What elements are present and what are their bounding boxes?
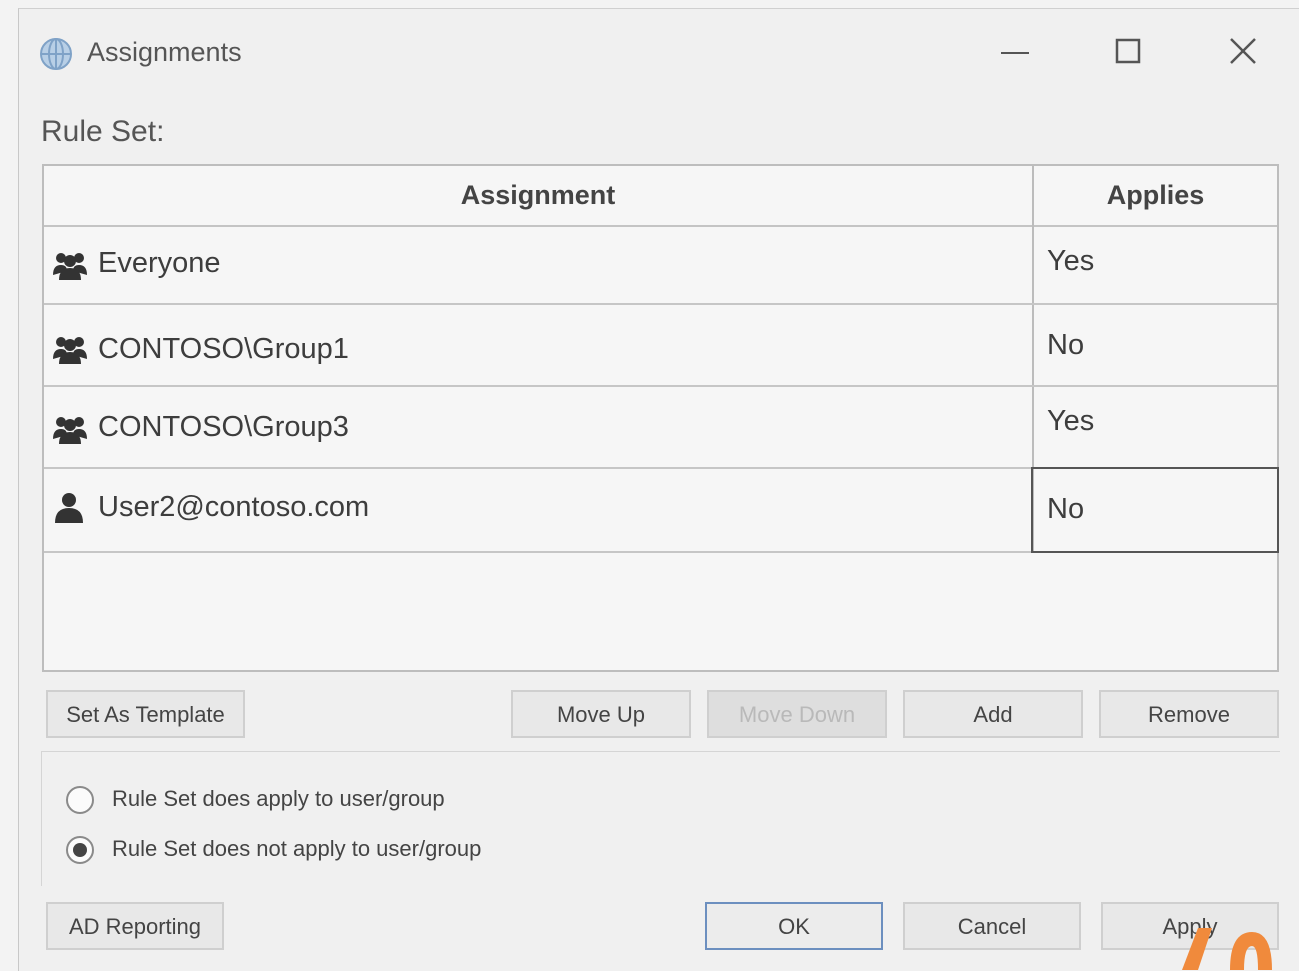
watermark-logo [1168,910,1298,970]
radio-selected-dot [73,843,87,857]
column-header-applies[interactable]: Applies [1034,166,1277,225]
assignment-name: Everyone [98,247,221,279]
add-button[interactable]: Add [903,690,1083,738]
radio-applies-label[interactable]: Rule Set does apply to user/group [112,786,445,812]
close-button[interactable] [1215,27,1275,77]
radio-not-applies[interactable] [66,836,94,864]
rule-set-label: Rule Set: [41,115,165,148]
user-icon [52,491,88,523]
applies-value: Yes [1047,245,1095,277]
selected-applies-cell [1031,467,1279,553]
group-icon [52,333,88,365]
assignments-dialog: Assignments Rule Set: Assignment Applies [18,8,1299,971]
ad-reporting-button[interactable]: AD Reporting [46,902,224,950]
remove-button[interactable]: Remove [1099,690,1279,738]
column-header-assignment[interactable]: Assignment [44,166,1032,225]
options-group: Rule Set does apply to user/group Rule S… [41,751,1280,886]
radio-applies[interactable] [66,786,94,814]
move-up-button[interactable]: Move Up [511,690,691,738]
assignment-name: CONTOSO\Group3 [98,411,349,443]
applies-value: Yes [1047,405,1095,437]
table-header: Assignment Applies [44,166,1277,227]
table-row[interactable]: CONTOSO\Group3 Yes [44,387,1277,469]
assignment-name: User2@contoso.com [98,491,370,523]
group-icon [52,249,88,281]
app-globe-icon [39,37,73,71]
window-title: Assignments [87,37,242,67]
move-down-button[interactable]: Move Down [707,690,887,738]
group-icon [52,413,88,445]
table-row[interactable]: CONTOSO\Group1 No [44,305,1277,387]
assignments-table: Assignment Applies Everyone Yes CONTOSO\… [42,164,1279,672]
maximize-button[interactable] [1099,27,1159,77]
table-row[interactable]: Everyone Yes [44,227,1277,305]
ok-button[interactable]: OK [705,902,883,950]
assignment-name: CONTOSO\Group1 [98,333,349,365]
minimize-button[interactable] [985,27,1045,77]
cancel-button[interactable]: Cancel [903,902,1081,950]
title-bar: Assignments [19,9,1299,95]
set-as-template-button[interactable]: Set As Template [46,690,245,738]
applies-value: No [1047,329,1085,361]
radio-not-applies-label[interactable]: Rule Set does not apply to user/group [112,836,481,862]
